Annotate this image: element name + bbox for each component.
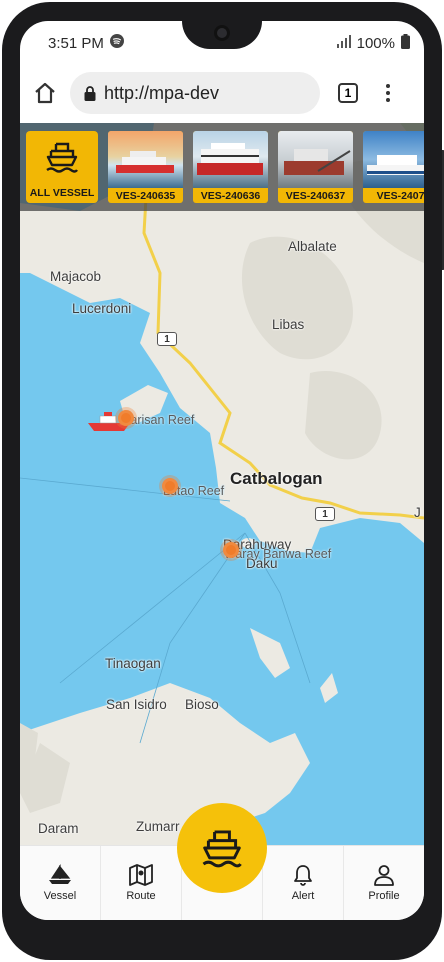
vessel-card[interactable]: VES-240635 <box>108 131 183 203</box>
menu-dot <box>386 84 390 88</box>
front-camera <box>214 25 230 41</box>
url-bar[interactable]: http://mpa-dev <box>70 72 320 114</box>
nav-vessel[interactable]: Vessel <box>20 846 101 920</box>
map-label-libas: Libas <box>272 317 305 332</box>
person-icon <box>374 865 394 886</box>
vessel-id: VES-240637 <box>285 189 346 202</box>
vessel-card[interactable]: VES-240636 <box>193 131 268 203</box>
vessel-location-marker[interactable] <box>118 410 134 426</box>
map-label-tinaogan: Tinaogan <box>105 656 161 671</box>
bell-icon <box>294 865 312 886</box>
map-label-majacob: Majacob <box>50 269 102 284</box>
nav-route[interactable]: Route <box>101 846 182 920</box>
screen: 3:51 PM 100% http://mpa-dev 1 Albalate M… <box>20 21 424 920</box>
status-time: 3:51 PM <box>48 34 104 52</box>
sailboat-icon <box>49 864 71 884</box>
status-right: 100% <box>336 33 410 53</box>
vessel-strip: ALL VESSEL VES-240635 VES-240636 VES-240… <box>20 123 424 211</box>
vessel-location-marker[interactable] <box>223 542 239 558</box>
map-label-daram: Daram <box>38 821 79 836</box>
home-icon <box>35 82 55 104</box>
url-text: http://mpa-dev <box>104 82 220 103</box>
battery-icon <box>401 33 410 53</box>
vessel-id: VES-240636 <box>200 189 261 202</box>
map-label-san-isidro: San Isidro <box>106 697 167 712</box>
vessel-location-marker[interactable] <box>162 478 178 494</box>
map-view[interactable]: Albalate Majacob Lucerdoni Libas Marisan… <box>20 123 424 863</box>
battery-text: 100% <box>356 34 395 52</box>
center-ship-button[interactable] <box>177 803 267 893</box>
nav-vessel-label: Vessel <box>43 890 77 902</box>
map-route-icon <box>129 864 153 886</box>
map-label-lucerdoni: Lucerdoni <box>72 301 132 316</box>
map-label-catbalogan: Catbalogan <box>230 469 323 488</box>
vessel-photo <box>108 131 183 188</box>
nav-profile-label: Profile <box>368 890 400 902</box>
signal-icon <box>336 34 351 52</box>
vessel-card[interactable]: VES-240637 <box>278 131 353 203</box>
ship-icon <box>202 830 242 868</box>
nav-route-label: Route <box>126 890 156 902</box>
browser-menu-button[interactable] <box>378 84 398 102</box>
phone-frame: 3:51 PM 100% http://mpa-dev 1 Albalate M… <box>2 2 444 960</box>
map-label-zumarraga: Zumarr <box>136 819 180 834</box>
ship-icon <box>46 142 78 173</box>
nav-profile[interactable]: Profile <box>344 846 424 920</box>
home-button[interactable] <box>30 78 60 108</box>
vessel-id: VES-240635 <box>115 189 176 202</box>
vessel-photo <box>278 131 353 188</box>
road-shield: 1 <box>157 332 177 346</box>
menu-dot <box>386 91 390 95</box>
road-shield: 1 <box>315 507 335 521</box>
map-label-daku: Daku <box>246 556 278 571</box>
menu-dot <box>386 98 390 102</box>
vessel-photo <box>193 131 268 188</box>
map-label-j-edge: J <box>414 505 421 520</box>
map-label-albalate: Albalate <box>288 239 337 254</box>
vessel-id: VES-2407 <box>376 189 424 202</box>
map-label-bioso: Bioso <box>185 697 219 712</box>
tab-switcher-button[interactable]: 1 <box>338 83 358 103</box>
all-vessel-button[interactable]: ALL VESSEL <box>26 131 98 203</box>
all-vessel-label: ALL VESSEL <box>29 187 95 199</box>
vessel-card[interactable]: VES-2407 <box>363 131 424 203</box>
lock-icon <box>84 85 96 101</box>
vessel-photo <box>363 131 424 188</box>
browser-bar: http://mpa-dev 1 <box>20 65 424 121</box>
nav-alert-label: Alert <box>291 890 315 902</box>
spotify-icon <box>109 34 124 52</box>
status-left: 3:51 PM <box>48 34 124 52</box>
nav-alert[interactable]: Alert <box>263 846 344 920</box>
